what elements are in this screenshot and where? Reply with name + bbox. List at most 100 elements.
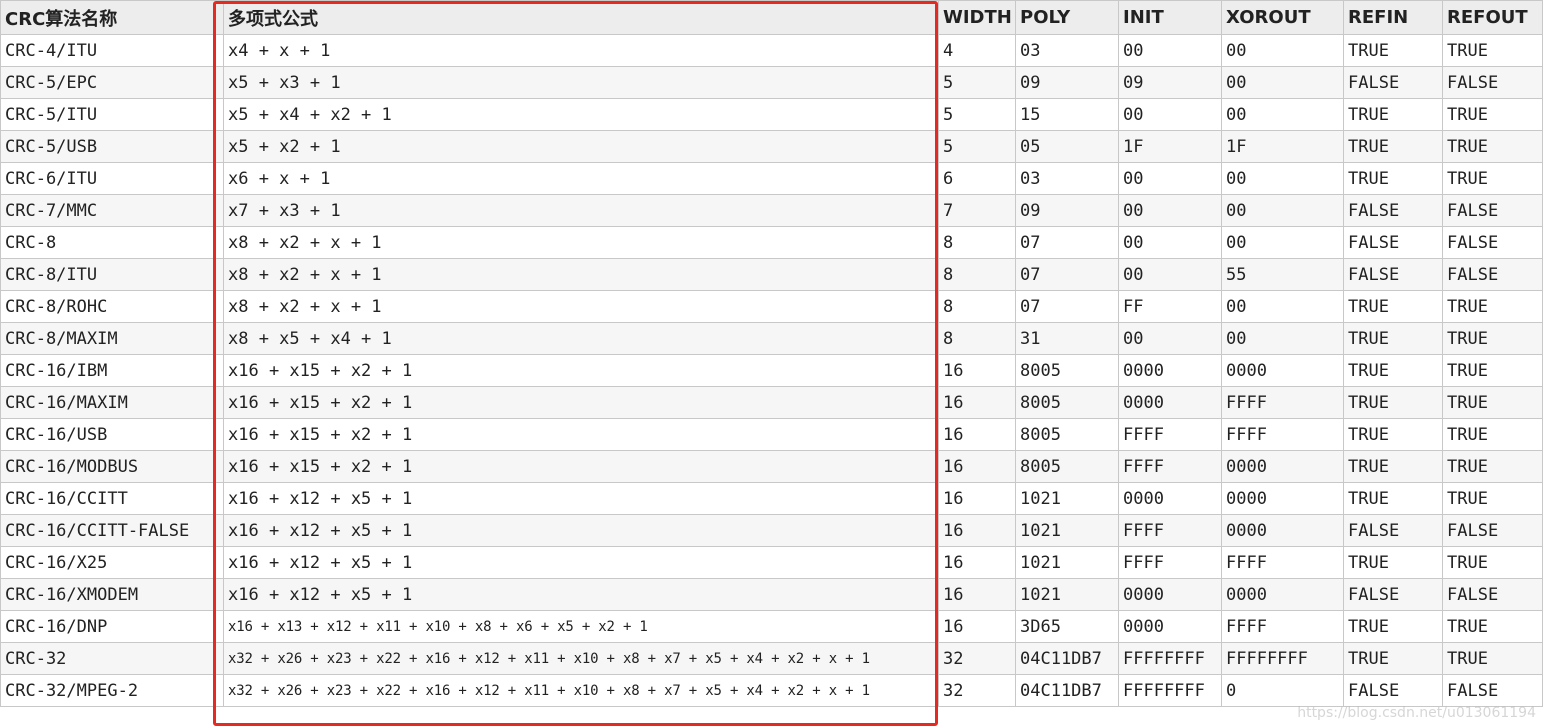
cell-polynomial: x5 + x3 + 1 [223, 66, 939, 99]
cell-init: 0000 [1118, 386, 1222, 419]
table-row: CRC-16/MAXIM x16 + x15 + x2 + 1 16 8005 0000… [0, 386, 1543, 419]
table-row: CRC-8/MAXIM x8 + x5 + x4 + 1 8 31 00 00 TRUE TR… [0, 322, 1543, 355]
cell-crc-name: CRC-5/ITU [0, 98, 224, 131]
cell-xorout: 00 [1221, 98, 1344, 131]
cell-polynomial: x16 + x12 + x5 + 1 [223, 482, 939, 515]
table-row: CRC-16/DNP x16 + x13 + x12 + x11 + x10 + … [0, 610, 1543, 643]
cell-init: FF [1118, 290, 1222, 323]
cell-refout: FALSE [1442, 66, 1543, 99]
cell-refin: TRUE [1343, 354, 1443, 387]
cell-refout: TRUE [1442, 642, 1543, 675]
watermark: https://blog.csdn.net/u013061194 [1297, 705, 1536, 721]
cell-refin: FALSE [1343, 194, 1443, 227]
cell-crc-name: CRC-6/ITU [0, 162, 224, 195]
table-row: CRC-4/ITU x4 + x + 1 4 03 00 00 TRUE TRUE [0, 34, 1543, 67]
cell-init: FFFFFFFF [1118, 642, 1222, 675]
cell-crc-name: CRC-7/MMC [0, 194, 224, 227]
cell-init: 00 [1118, 194, 1222, 227]
cell-width: 16 [938, 386, 1016, 419]
cell-refout: FALSE [1442, 578, 1543, 611]
cell-refin: TRUE [1343, 642, 1443, 675]
cell-crc-name: CRC-8/ITU [0, 258, 224, 291]
cell-refout: TRUE [1442, 386, 1543, 419]
cell-poly: 8005 [1015, 450, 1119, 483]
cell-init: 1F [1118, 130, 1222, 163]
cell-init: 0000 [1118, 354, 1222, 387]
cell-init: 0000 [1118, 610, 1222, 643]
cell-init: 00 [1118, 98, 1222, 131]
cell-width: 32 [938, 674, 1016, 707]
cell-xorout: 0000 [1221, 514, 1344, 547]
cell-refin: TRUE [1343, 482, 1443, 515]
cell-polynomial: x8 + x2 + x + 1 [223, 290, 939, 323]
header-init: INIT [1118, 0, 1222, 35]
cell-poly: 8005 [1015, 418, 1119, 451]
table-row: CRC-16/CCITT-FALSE x16 + x12 + x5 + 1 16 10… [0, 514, 1543, 547]
crc-algorithm-table: CRC算法名称 多项式公式 WIDTH POLY INIT XOROUT REF… [0, 0, 1543, 707]
cell-refin: TRUE [1343, 290, 1443, 323]
cell-init: FFFF [1118, 418, 1222, 451]
cell-poly: 09 [1015, 66, 1119, 99]
cell-xorout: FFFF [1221, 418, 1344, 451]
cell-width: 5 [938, 98, 1016, 131]
cell-width: 16 [938, 354, 1016, 387]
cell-refout: FALSE [1442, 514, 1543, 547]
cell-refin: FALSE [1343, 226, 1443, 259]
table-row: CRC-16/MODBUS x16 + x15 + x2 + 1 16 8005 FFF… [0, 450, 1543, 483]
cell-width: 16 [938, 450, 1016, 483]
table-row: CRC-16/IBM x16 + x15 + x2 + 1 16 8005 0000 00… [0, 354, 1543, 387]
cell-xorout: FFFF [1221, 610, 1344, 643]
cell-xorout: 1F [1221, 130, 1344, 163]
cell-width: 5 [938, 66, 1016, 99]
cell-refout: TRUE [1442, 354, 1543, 387]
cell-polynomial: x6 + x + 1 [223, 162, 939, 195]
cell-xorout: 00 [1221, 194, 1344, 227]
cell-xorout: 00 [1221, 34, 1344, 67]
cell-poly: 1021 [1015, 482, 1119, 515]
header-refout: REFOUT [1442, 0, 1543, 35]
cell-crc-name: CRC-16/CCITT-FALSE [0, 514, 224, 547]
cell-width: 16 [938, 610, 1016, 643]
table-body: CRC-4/ITU x4 + x + 1 4 03 00 00 TRUE TRUE CRC-5/… [0, 34, 1543, 707]
cell-polynomial: x16 + x15 + x2 + 1 [223, 354, 939, 387]
cell-refin: TRUE [1343, 386, 1443, 419]
cell-xorout: FFFFFFFF [1221, 642, 1344, 675]
cell-poly: 07 [1015, 226, 1119, 259]
cell-poly: 1021 [1015, 578, 1119, 611]
cell-poly: 8005 [1015, 386, 1119, 419]
table-row: CRC-8/ITU x8 + x2 + x + 1 8 07 00 55 FALSE FALS… [0, 258, 1543, 291]
cell-crc-name: CRC-5/EPC [0, 66, 224, 99]
cell-refout: TRUE [1442, 98, 1543, 131]
cell-width: 16 [938, 418, 1016, 451]
cell-xorout: 55 [1221, 258, 1344, 291]
cell-refin: TRUE [1343, 98, 1443, 131]
header-xorout: XOROUT [1221, 0, 1344, 35]
table-row: CRC-5/ITU x5 + x4 + x2 + 1 5 15 00 00 TRUE TRUE [0, 98, 1543, 131]
cell-crc-name: CRC-16/USB [0, 418, 224, 451]
cell-polynomial: x5 + x4 + x2 + 1 [223, 98, 939, 131]
cell-refout: TRUE [1442, 130, 1543, 163]
cell-crc-name: CRC-16/IBM [0, 354, 224, 387]
table-header-row: CRC算法名称 多项式公式 WIDTH POLY INIT XOROUT REF… [0, 0, 1543, 35]
cell-crc-name: CRC-5/USB [0, 130, 224, 163]
table-row: CRC-5/USB x5 + x2 + 1 5 05 1F 1F TRUE TRUE [0, 130, 1543, 163]
cell-poly: 04C11DB7 [1015, 674, 1119, 707]
cell-xorout: FFFF [1221, 546, 1344, 579]
table-row: CRC-16/X25 x16 + x12 + x5 + 1 16 1021 FFFF FF… [0, 546, 1543, 579]
cell-refin: TRUE [1343, 322, 1443, 355]
table-row: CRC-8 x8 + x2 + x + 1 8 07 00 00 FALSE FALSE [0, 226, 1543, 259]
cell-refin: TRUE [1343, 450, 1443, 483]
cell-polynomial: x8 + x5 + x4 + 1 [223, 322, 939, 355]
cell-refout: FALSE [1442, 674, 1543, 707]
cell-xorout: FFFF [1221, 386, 1344, 419]
cell-crc-name: CRC-32 [0, 642, 224, 675]
cell-width: 16 [938, 546, 1016, 579]
cell-refout: TRUE [1442, 546, 1543, 579]
header-refin: REFIN [1343, 0, 1443, 35]
cell-width: 16 [938, 514, 1016, 547]
cell-init: FFFF [1118, 450, 1222, 483]
cell-init: 00 [1118, 258, 1222, 291]
cell-init: 00 [1118, 162, 1222, 195]
cell-polynomial: x16 + x15 + x2 + 1 [223, 386, 939, 419]
cell-poly: 31 [1015, 322, 1119, 355]
